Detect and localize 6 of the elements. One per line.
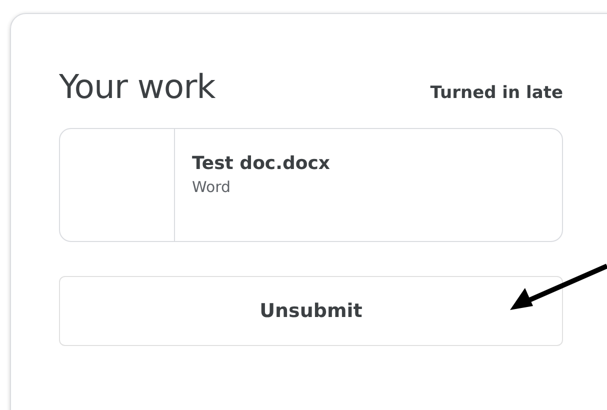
file-name: Test doc.docx [192, 153, 330, 174]
attachment-card[interactable]: Test doc.docx Word [59, 128, 563, 242]
file-type: Word [192, 178, 231, 196]
status-label: Turned in late [430, 83, 563, 103]
unsubmit-button[interactable]: Unsubmit [59, 276, 563, 346]
section-title: Your work [59, 67, 216, 106]
